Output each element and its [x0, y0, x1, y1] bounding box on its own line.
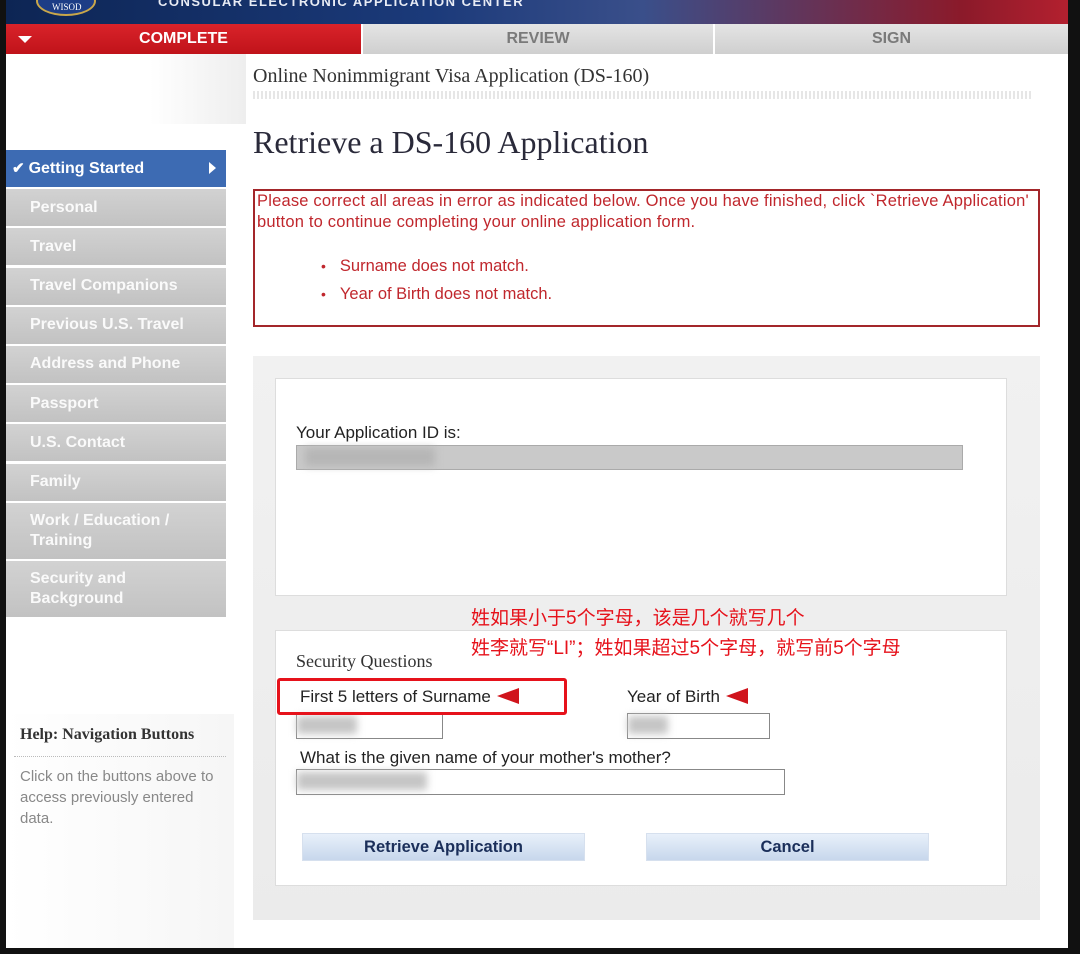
checkmark-icon: ✔: [12, 159, 25, 177]
retrieve-application-button[interactable]: Retrieve Application: [302, 833, 585, 861]
tab-sign[interactable]: SIGN: [713, 24, 1068, 54]
redacted-value: [305, 448, 435, 466]
redacted-value: [297, 772, 427, 790]
sidebar-item-address-and-phone[interactable]: Address and Phone: [6, 345, 226, 383]
help-title: Help: Navigation Buttons: [20, 726, 195, 743]
annotation-text: 姓如果小于5个字母，该是几个就写几个 姓李就写“LI”；姓如果超过5个字母，就写…: [471, 608, 901, 659]
surname-input[interactable]: [296, 713, 443, 739]
chevron-right-icon: [209, 162, 216, 174]
banner-title: CONSULAR ELECTRONIC APPLICATION CENTER: [158, 0, 525, 9]
sidebar-item-getting-started[interactable]: ✔ Getting Started: [6, 150, 226, 187]
error-message: Please correct all areas in error as ind…: [257, 192, 1029, 231]
sidebar-item-previous-us-travel[interactable]: Previous U.S. Travel: [6, 306, 226, 344]
sidebar-nav: ✔ Getting Started Personal Travel Travel…: [6, 150, 226, 619]
cancel-button[interactable]: Cancel: [646, 833, 929, 861]
error-list: Surname does not match. Year of Birth do…: [321, 252, 552, 308]
year-of-birth-label: Year of Birth: [627, 687, 748, 707]
sidebar-item-travel-companions[interactable]: Travel Companions: [6, 267, 226, 305]
security-questions-heading: Security Questions: [296, 651, 433, 671]
help-panel: Help: Navigation Buttons Click on the bu…: [6, 714, 234, 948]
department-seal-icon: WISOD: [36, 0, 96, 16]
sidebar-item-security-background[interactable]: Security and Background: [6, 560, 226, 617]
application-id-label: Your Application ID is:: [296, 423, 461, 442]
error-summary: Please correct all areas in error as ind…: [253, 189, 1040, 327]
mother-name-input[interactable]: [296, 769, 785, 795]
tab-review[interactable]: REVIEW: [361, 24, 713, 54]
tab-complete[interactable]: COMPLETE: [6, 24, 361, 54]
annotation-highlight-box: [277, 678, 567, 715]
application-id-section: Your Application ID is:: [275, 378, 1007, 596]
nav-header-shade: [6, 54, 246, 124]
sidebar-item-work-education[interactable]: Work / Education / Training: [6, 502, 226, 559]
sidebar-item-travel[interactable]: Travel: [6, 228, 226, 266]
sidebar-item-us-contact[interactable]: U.S. Contact: [6, 424, 226, 462]
caret-down-icon: [18, 36, 32, 43]
sidebar-item-family[interactable]: Family: [6, 463, 226, 501]
redacted-value: [297, 716, 357, 734]
application-title: Online Nonimmigrant Visa Application (DS…: [253, 65, 650, 87]
mother-question-label: What is the given name of your mother's …: [300, 748, 671, 767]
sidebar-item-passport[interactable]: Passport: [6, 385, 226, 423]
page-title: Retrieve a DS-160 Application: [253, 124, 649, 160]
redacted-value: [628, 716, 668, 734]
browser-page: WISOD CONSULAR ELECTRONIC APPLICATION CE…: [6, 0, 1068, 948]
help-text: Click on the buttons above to access pre…: [20, 768, 214, 827]
error-flag-icon: [725, 687, 748, 704]
sidebar-item-personal[interactable]: Personal: [6, 189, 226, 227]
error-item: Year of Birth does not match.: [321, 280, 552, 308]
year-of-birth-input[interactable]: [627, 713, 770, 739]
error-item: Surname does not match.: [321, 252, 552, 280]
header-banner: WISOD CONSULAR ELECTRONIC APPLICATION CE…: [6, 0, 1068, 24]
title-divider: [253, 91, 1033, 99]
application-id-field: [296, 445, 963, 470]
step-tabs: COMPLETE REVIEW SIGN: [6, 24, 1068, 54]
security-questions-section: Security Questions First 5 letters of Su…: [275, 630, 1007, 886]
help-divider: [14, 756, 226, 757]
